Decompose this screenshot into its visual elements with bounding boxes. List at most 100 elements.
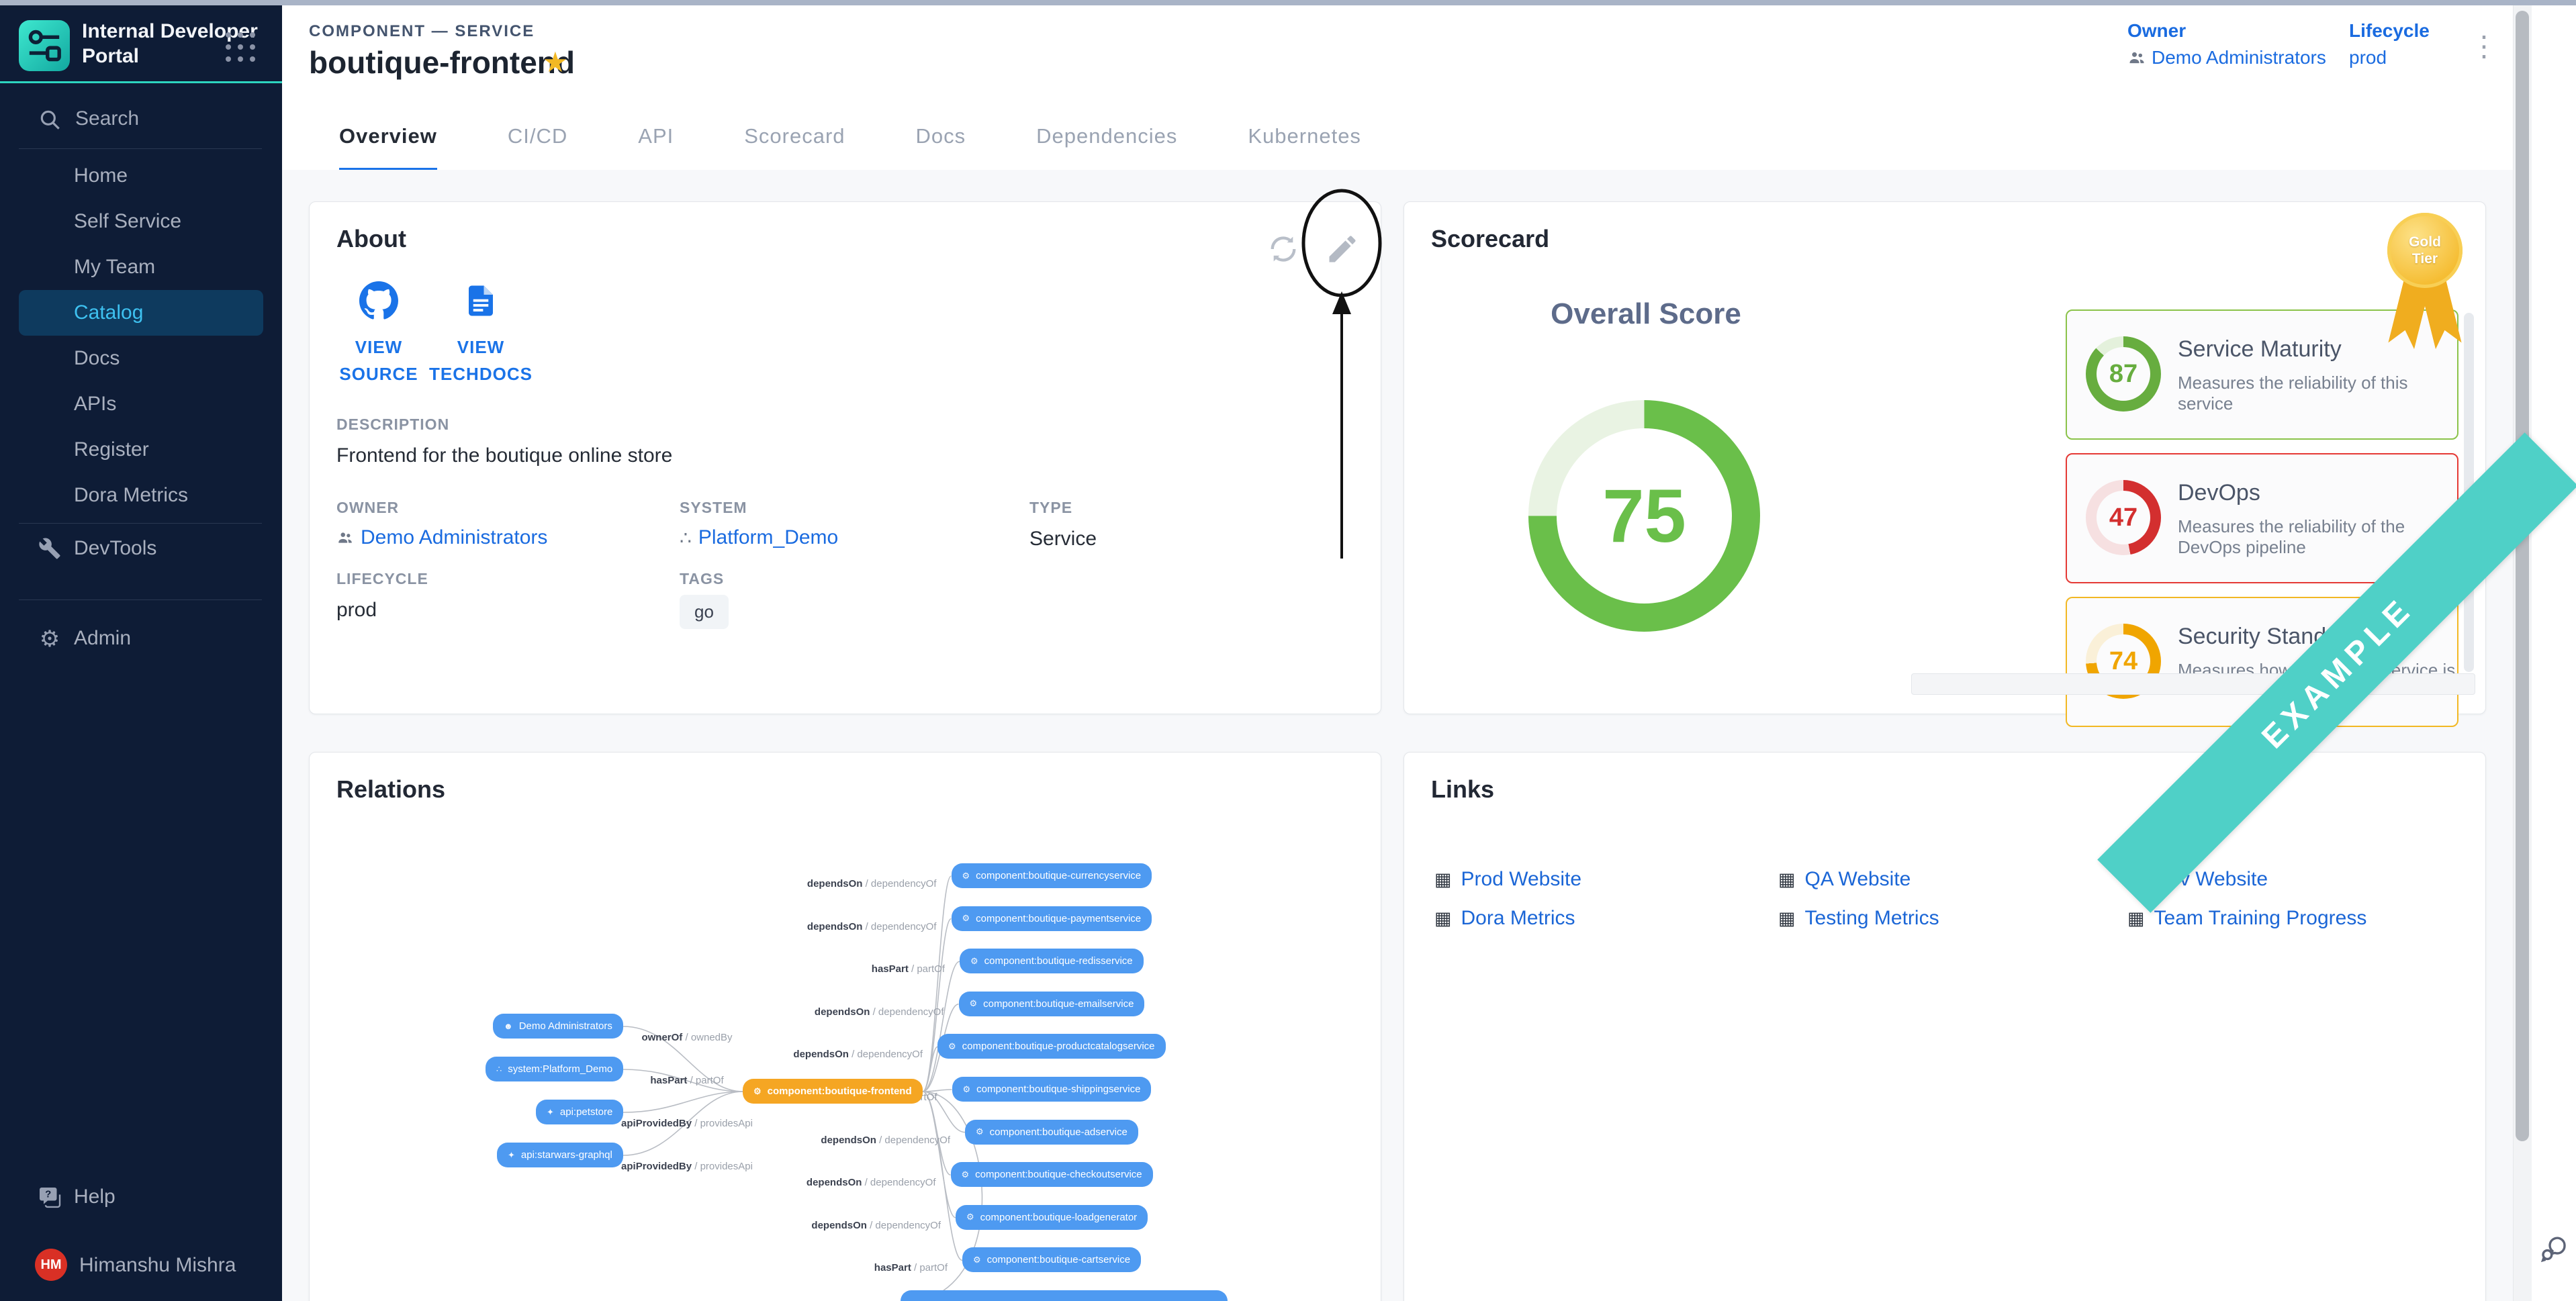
wrench-icon [38, 537, 62, 561]
about-type: TYPE Service [1029, 499, 1097, 550]
tabs: Overview CI/CD API Scorecard Docs Dependencie… [339, 102, 1361, 170]
dashboard-icon: ▦ [2127, 908, 2145, 929]
relation-node-label: component:boutique-checkoutservice [975, 1169, 1142, 1180]
edge-label: ownerOf / ownedBy [641, 1032, 732, 1043]
link-dora-metrics[interactable]: ▦Dora Metrics [1434, 907, 1778, 930]
link-testing-metrics[interactable]: ▦Testing Metrics [1778, 907, 2127, 930]
page-header: COMPONENT — SERVICE boutique-frontend ★ … [282, 5, 2513, 103]
links-grid: ▦Prod Website▦QA Website▦Dev Website▦Dor… [1434, 868, 2366, 930]
about-owner: OWNER Demo Administrators [336, 499, 547, 549]
sidebar-item-admin[interactable]: ⚙ Admin [0, 618, 282, 661]
component-icon: ⚙ [973, 1255, 981, 1265]
relation-node-component-boutique-emailservice[interactable]: ⚙component:boutique-emailservice [959, 992, 1145, 1016]
sidebar-item-dora-metrics[interactable]: Dora Metrics [0, 473, 282, 518]
people-icon [336, 529, 354, 546]
metric-score: 87 [2097, 347, 2150, 401]
sidebar-item-help[interactable]: ? Help [0, 1176, 282, 1219]
relation-node-component-boutique-currencyservice[interactable]: ⚙component:boutique-currencyservice [952, 863, 1152, 888]
relation-node-partial[interactable] [901, 1290, 1228, 1301]
view-techdocs-button[interactable]: VIEWTECHDOCS [424, 281, 538, 387]
app-grid-icon[interactable] [226, 32, 257, 63]
component-icon: ⚙ [966, 1212, 974, 1222]
people-icon [2127, 48, 2146, 67]
link-label: QA Website [1805, 868, 1911, 891]
refresh-button[interactable] [1266, 232, 1301, 267]
sidebar-item-home[interactable]: Home [0, 153, 282, 199]
tab-kubernetes[interactable]: Kubernetes [1248, 102, 1361, 171]
sidebar-item-register[interactable]: Register [0, 427, 282, 473]
component-icon: ⚙ [962, 871, 970, 881]
relation-node-component-boutique-cartservice[interactable]: ⚙component:boutique-cartservice [962, 1247, 1141, 1272]
favorite-star-icon[interactable]: ★ [543, 46, 568, 79]
sidebar-divider [19, 523, 262, 524]
relation-node-center[interactable]: ⚙component:boutique-frontend [743, 1079, 923, 1104]
tab-ci-cd[interactable]: CI/CD [508, 102, 567, 171]
link-qa-website[interactable]: ▦QA Website [1778, 868, 2127, 891]
about-tags: TAGS go [680, 570, 729, 629]
owner-link[interactable]: Demo Administrators [2127, 47, 2326, 68]
circuit-icon [19, 20, 70, 71]
relation-node-component-boutique-loadgenerator[interactable]: ⚙component:boutique-loadgenerator [956, 1205, 1148, 1230]
component-icon: ⚙ [962, 913, 970, 924]
sidebar: Internal Developer Portal Search HomeSel… [0, 5, 282, 1301]
edge-label: dependsOn / dependencyOf [807, 1177, 936, 1188]
sidebar-user[interactable]: HM Himanshu Mishra [0, 1249, 282, 1301]
tag-chip[interactable]: go [680, 595, 729, 629]
edit-pencil-button[interactable] [1325, 232, 1360, 267]
owner-label: Owner [2127, 20, 2326, 42]
tab-scorecard[interactable]: Scorecard [744, 102, 845, 171]
kebab-menu-icon[interactable]: ⋮ [2470, 30, 2498, 62]
about-system-link[interactable]: ∴ Platform_Demo [680, 526, 838, 549]
metric-title: DevOps [2178, 480, 2260, 506]
header-owner: Owner Demo Administrators [2127, 20, 2326, 68]
relation-node-component-boutique-adservice[interactable]: ⚙component:boutique-adservice [965, 1120, 1138, 1145]
relation-node-label: api:starwars-graphql [521, 1149, 612, 1161]
right-gutter [2532, 5, 2576, 1301]
relation-node-label: component:boutique-redisservice [984, 955, 1133, 967]
view-source-button[interactable]: VIEWSOURCE [322, 281, 436, 387]
sidebar-item-apis[interactable]: APIs [0, 381, 282, 427]
sidebar-search[interactable]: Search [0, 99, 282, 140]
relation-node-component-boutique-paymentservice[interactable]: ⚙component:boutique-paymentservice [952, 906, 1152, 931]
component-icon: ⚙ [948, 1041, 956, 1052]
edge-label: hasPart / partOf [650, 1075, 723, 1086]
relation-node-label: component:boutique-shippingservice [976, 1083, 1140, 1095]
metric-list-hscrollbar[interactable] [1911, 673, 2475, 695]
relation-node-component-boutique-shippingservice[interactable]: ⚙ component:boutique-shippingservice [952, 1077, 1152, 1102]
sidebar-item-docs[interactable]: Docs [0, 336, 282, 381]
sidebar-item-devtools[interactable]: DevTools [0, 528, 282, 571]
relation-node-component-boutique-productcatalogservice[interactable]: ⚙component:boutique-productcatalogservic… [937, 1034, 1166, 1059]
chat-bubbles-icon[interactable] [2537, 1234, 2569, 1266]
link-team-training-progress[interactable]: ▦Team Training Progress [2127, 907, 2366, 930]
relation-node-demo-administrators[interactable]: ☻Demo Administrators [493, 1014, 623, 1039]
relation-node-label: api:petstore [560, 1106, 612, 1118]
relation-node-api-starwars-graphql[interactable]: ✦api:starwars-graphql [497, 1143, 623, 1167]
search-icon [38, 107, 63, 133]
relation-node-component-boutique-checkoutservice[interactable]: ⚙component:boutique-checkoutservice [951, 1162, 1153, 1187]
relation-node-component-boutique-redisservice[interactable]: ⚙component:boutique-redisservice [960, 949, 1144, 973]
scorecard-card-title: Scorecard [1431, 225, 1549, 253]
relation-node-api-petstore[interactable]: ✦api:petstore [536, 1100, 623, 1124]
relation-node-system-platform-demo[interactable]: ∴ system:Platform_Demo [486, 1057, 623, 1081]
scorecard-card: Scorecard GoldTier Overall Score 75 87Se… [1404, 201, 2486, 714]
tab-overview[interactable]: Overview [339, 102, 437, 171]
header-lifecycle: Lifecycle prod [2349, 20, 2430, 68]
component-icon: ⚙ [963, 1084, 971, 1095]
about-owner-link[interactable]: Demo Administrators [336, 526, 547, 549]
tabs-bar: Overview CI/CD API Scorecard Docs Dependencie… [282, 102, 2513, 171]
relation-node-label: system:Platform_Demo [508, 1063, 612, 1075]
page-scrollbar-thumb[interactable] [2516, 11, 2529, 1141]
link-prod-website[interactable]: ▦Prod Website [1434, 868, 1778, 891]
sidebar-item-self-service[interactable]: Self Service [0, 199, 282, 244]
tab-docs[interactable]: Docs [916, 102, 966, 171]
app-logo-icon[interactable] [19, 20, 70, 71]
edge-label: dependsOn / dependencyOf [807, 921, 937, 932]
tab-api[interactable]: API [638, 102, 674, 171]
system-icon: ∴ [496, 1064, 502, 1075]
view-techdocs-label: VIEWTECHDOCS [424, 334, 538, 387]
relation-node-label: component:boutique-adservice [990, 1126, 1128, 1138]
sidebar-item-catalog[interactable]: Catalog [19, 290, 263, 336]
sidebar-item-my-team[interactable]: My Team [0, 244, 282, 290]
sidebar-search-label: Search [75, 107, 139, 130]
tab-dependencies[interactable]: Dependencies [1036, 102, 1177, 171]
